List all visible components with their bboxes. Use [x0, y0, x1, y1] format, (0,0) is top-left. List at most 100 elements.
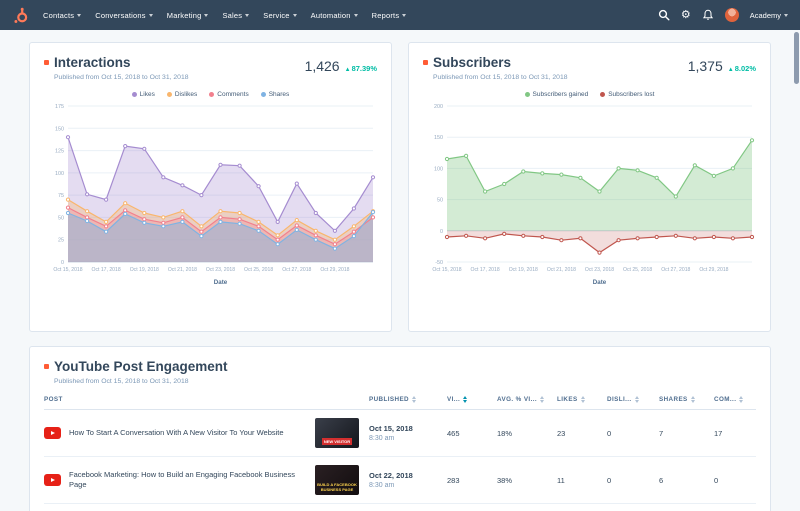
gear-icon[interactable]: ⚙	[681, 9, 691, 21]
svg-text:150: 150	[434, 135, 443, 141]
chevron-down-icon	[77, 13, 82, 17]
legend-item[interactable]: Subscribers gained	[524, 91, 588, 98]
svg-text:Oct 17, 2018: Oct 17, 2018	[92, 267, 121, 273]
legend-item[interactable]: Comments	[209, 91, 249, 98]
avatar[interactable]	[724, 8, 739, 22]
chart-legend: Likes Dislikes Comments Shares	[44, 91, 377, 98]
delta-value: ▲87.39%	[344, 64, 377, 73]
sort-icon	[739, 396, 744, 403]
delta-value: ▲8.02%	[727, 64, 756, 73]
search-icon[interactable]	[658, 9, 670, 21]
scrollbar[interactable]	[794, 32, 799, 508]
legend-label: Subscribers lost	[608, 91, 655, 98]
trend-up-icon: ▲	[344, 67, 351, 73]
column-header-comments[interactable]: COM...	[714, 396, 756, 403]
column-header-likes[interactable]: LIKES	[557, 396, 607, 403]
video-thumbnail[interactable]: BUILD A FACEBOOK BUSINESS PAGE	[315, 465, 359, 495]
legend-dot-icon	[131, 92, 137, 97]
scrollbar-thumb[interactable]	[794, 32, 799, 84]
youtube-icon	[44, 427, 61, 439]
nav-item-conversations[interactable]: Conversations	[95, 11, 153, 20]
svg-text:-50: -50	[435, 260, 443, 266]
svg-text:Date: Date	[214, 279, 228, 286]
svg-text:Oct 15, 2018: Oct 15, 2018	[432, 267, 461, 273]
legend-item[interactable]: Likes	[131, 91, 155, 98]
svg-text:Oct 25, 2018: Oct 25, 2018	[244, 267, 273, 273]
column-header-views[interactable]: VI...	[447, 396, 497, 403]
svg-text:100: 100	[55, 171, 64, 177]
legend-item[interactable]: Shares	[260, 91, 290, 98]
interactions-card: Interactions Published from Oct 15, 2018…	[29, 42, 392, 332]
table-row[interactable]: Facebook Marketing: How to Build an Enga…	[44, 457, 756, 504]
report-bullet-icon	[44, 364, 49, 369]
table-title: YouTube Post Engagement	[54, 359, 228, 374]
sort-icon	[634, 396, 639, 403]
interactions-chart: 0 25 50 75 100 125 150 175 Oct 15, 2018 Oct 17, 2…	[53, 104, 376, 286]
legend-item[interactable]: Dislikes	[166, 91, 197, 98]
total-value: 1,375	[687, 58, 723, 74]
svg-text:Oct 29, 2018: Oct 29, 2018	[320, 267, 349, 273]
trend-up-icon: ▲	[727, 67, 734, 73]
column-header-published[interactable]: PUBLISHED	[369, 396, 447, 403]
shares-cell: 7	[659, 428, 664, 438]
chart-legend: Subscribers gained Subscribers lost	[423, 91, 756, 98]
legend-label: Comments	[217, 91, 249, 98]
svg-text:Oct 17, 2018: Oct 17, 2018	[471, 267, 500, 273]
chevron-down-icon	[353, 13, 358, 17]
svg-text:Oct 29, 2018: Oct 29, 2018	[699, 267, 728, 273]
avg-viewed-cell: 18%	[497, 428, 513, 438]
avg-viewed-cell: 38%	[497, 475, 513, 485]
sort-icon	[580, 396, 585, 403]
nav-item-sales[interactable]: Sales	[222, 11, 250, 20]
chevron-down-icon	[402, 13, 407, 17]
svg-text:Oct 21, 2018: Oct 21, 2018	[168, 267, 197, 273]
chevron-down-icon	[148, 13, 153, 17]
legend-item[interactable]: Subscribers lost	[600, 91, 654, 98]
legend-dot-icon	[600, 92, 606, 97]
legend-label: Shares	[268, 91, 290, 98]
dislikes-cell: 0	[607, 475, 612, 485]
hubspot-logo[interactable]	[12, 7, 29, 24]
svg-text:200: 200	[434, 104, 443, 110]
subscribers-card: Subscribers Published from Oct 15, 2018 …	[408, 42, 771, 332]
card-title: Interactions	[54, 55, 131, 70]
chevron-down-icon	[245, 13, 250, 17]
comments-cell: 0	[714, 475, 719, 485]
table-subtitle: Published from Oct 15, 2018 to Oct 31, 2…	[54, 378, 189, 385]
post-title-link[interactable]: Facebook Marketing: How to Build an Enga…	[69, 470, 307, 491]
nav-item-contacts[interactable]: Contacts	[43, 11, 82, 20]
report-bullet-icon	[423, 60, 428, 65]
nav-item-automation[interactable]: Automation	[311, 11, 358, 20]
column-header-shares[interactable]: SHARES	[659, 396, 714, 403]
svg-text:Oct 19, 2018: Oct 19, 2018	[509, 267, 538, 273]
card-title: Subscribers	[433, 55, 512, 70]
svg-text:175: 175	[55, 104, 64, 110]
video-thumbnail[interactable]: NEW VISITOR	[315, 418, 359, 448]
table-row[interactable]: How To Start A Conversation With A New V…	[44, 410, 756, 457]
chevron-down-icon	[204, 13, 209, 17]
nav-item-service[interactable]: Service	[263, 11, 297, 20]
published-cell: Oct 22, 2018 8:30 am	[369, 471, 413, 489]
svg-text:75: 75	[58, 193, 64, 199]
nav-item-marketing[interactable]: Marketing	[167, 11, 209, 20]
total-value: 1,426	[304, 58, 340, 74]
likes-cell: 11	[557, 475, 565, 485]
nav-item-reports[interactable]: Reports	[372, 11, 407, 20]
chevron-down-icon	[784, 13, 788, 17]
post-title-link[interactable]: How To Start A Conversation With A New V…	[69, 428, 307, 439]
svg-text:50: 50	[58, 215, 64, 221]
column-header-post[interactable]: POST	[44, 396, 369, 403]
svg-text:Oct 27, 2018: Oct 27, 2018	[661, 267, 690, 273]
legend-label: Likes	[139, 91, 155, 98]
card-subtitle: Published from Oct 15, 2018 to Oct 31, 2…	[433, 74, 568, 81]
bell-icon[interactable]	[702, 9, 714, 21]
legend-dot-icon	[209, 92, 215, 97]
top-navbar: Contacts Conversations Marketing Sales S…	[0, 0, 800, 30]
account-menu[interactable]: Academy	[750, 11, 788, 20]
table-header-row: POST PUBLISHED VI... AVG. % VI... LIKES …	[44, 396, 756, 410]
column-header-avg-viewed[interactable]: AVG. % VI...	[497, 396, 557, 403]
svg-text:0: 0	[61, 260, 64, 266]
svg-text:125: 125	[55, 149, 64, 155]
shares-cell: 6	[659, 475, 664, 485]
column-header-dislikes[interactable]: DISLI...	[607, 396, 659, 403]
